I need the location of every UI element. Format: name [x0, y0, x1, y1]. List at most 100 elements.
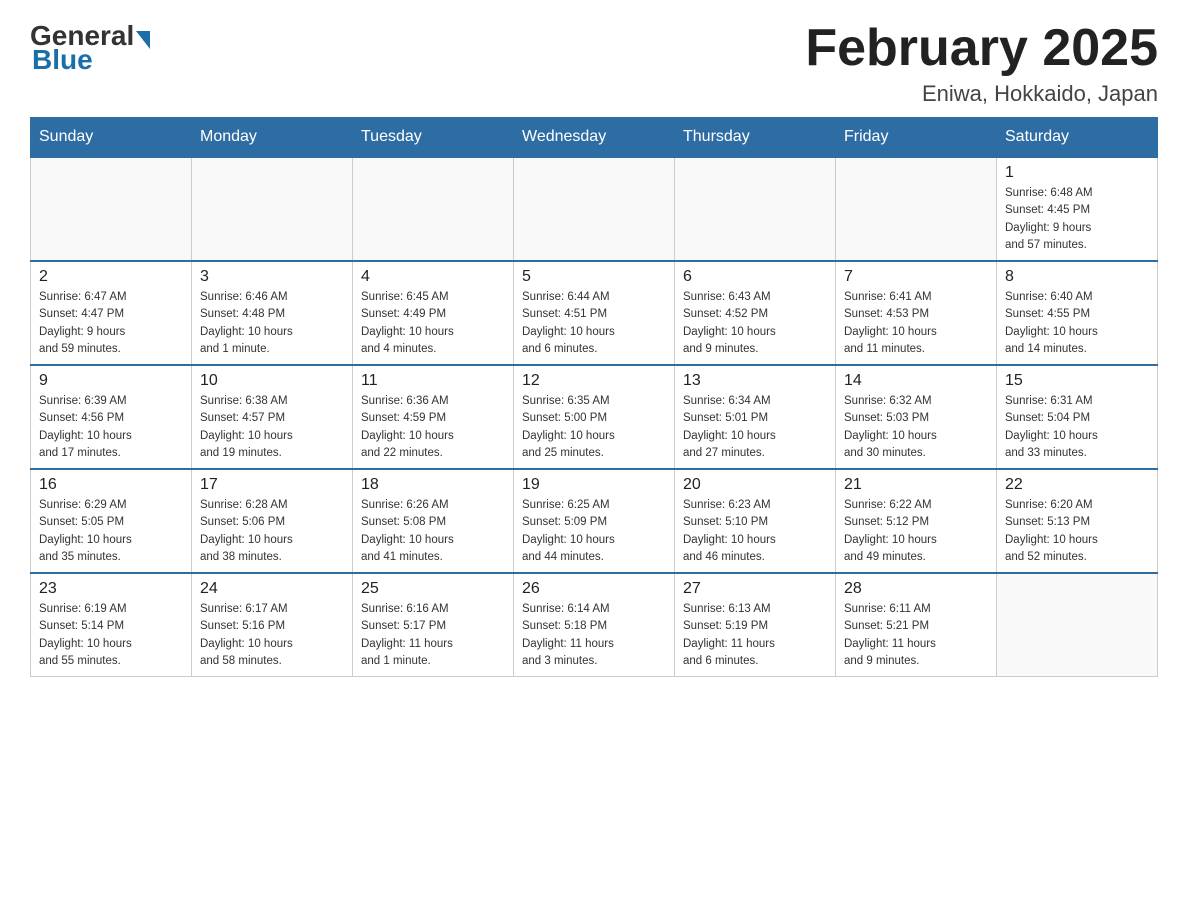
week-row-2: 2 Sunrise: 6:47 AMSunset: 4:47 PMDaylight… [31, 261, 1158, 365]
day-info: Sunrise: 6:28 AMSunset: 5:06 PMDaylight:… [200, 497, 344, 566]
day-cell [997, 573, 1158, 677]
day-info: Sunrise: 6:14 AMSunset: 5:18 PMDaylight:… [522, 601, 666, 670]
day-cell: 26 Sunrise: 6:14 AMSunset: 5:18 PMDayligh… [514, 573, 675, 677]
day-info: Sunrise: 6:31 AMSunset: 5:04 PMDaylight:… [1005, 393, 1149, 462]
day-info: Sunrise: 6:20 AMSunset: 5:13 PMDaylight:… [1005, 497, 1149, 566]
weekday-header-tuesday: Tuesday [353, 118, 514, 158]
day-info: Sunrise: 6:17 AMSunset: 5:16 PMDaylight:… [200, 601, 344, 670]
day-info: Sunrise: 6:47 AMSunset: 4:47 PMDaylight:… [39, 289, 183, 358]
day-number: 20 [683, 476, 827, 494]
day-number: 1 [1005, 164, 1149, 182]
day-number: 16 [39, 476, 183, 494]
day-info: Sunrise: 6:40 AMSunset: 4:55 PMDaylight:… [1005, 289, 1149, 358]
day-number: 8 [1005, 268, 1149, 286]
day-cell: 28 Sunrise: 6:11 AMSunset: 5:21 PMDayligh… [836, 573, 997, 677]
day-info: Sunrise: 6:35 AMSunset: 5:00 PMDaylight:… [522, 393, 666, 462]
weekday-header-monday: Monday [192, 118, 353, 158]
day-info: Sunrise: 6:44 AMSunset: 4:51 PMDaylight:… [522, 289, 666, 358]
day-info: Sunrise: 6:38 AMSunset: 4:57 PMDaylight:… [200, 393, 344, 462]
day-cell: 24 Sunrise: 6:17 AMSunset: 5:16 PMDayligh… [192, 573, 353, 677]
day-cell: 23 Sunrise: 6:19 AMSunset: 5:14 PMDayligh… [31, 573, 192, 677]
day-number: 28 [844, 580, 988, 598]
weekday-header-thursday: Thursday [675, 118, 836, 158]
week-row-3: 9Sunrise: 6:39 AMSunset: 4:56 PMDaylight… [31, 365, 1158, 469]
day-number: 23 [39, 580, 183, 598]
day-info: Sunrise: 6:48 AMSunset: 4:45 PMDaylight:… [1005, 185, 1149, 254]
day-number: 19 [522, 476, 666, 494]
day-cell: 25 Sunrise: 6:16 AMSunset: 5:17 PMDayligh… [353, 573, 514, 677]
day-cell: 18Sunrise: 6:26 AMSunset: 5:08 PMDayligh… [353, 469, 514, 573]
day-info: Sunrise: 6:25 AMSunset: 5:09 PMDaylight:… [522, 497, 666, 566]
day-cell: 12 Sunrise: 6:35 AMSunset: 5:00 PMDayligh… [514, 365, 675, 469]
day-number: 3 [200, 268, 344, 286]
day-cell: 15 Sunrise: 6:31 AMSunset: 5:04 PMDayligh… [997, 365, 1158, 469]
day-cell [675, 157, 836, 261]
day-info: Sunrise: 6:46 AMSunset: 4:48 PMDaylight:… [200, 289, 344, 358]
day-cell [353, 157, 514, 261]
day-cell: 2 Sunrise: 6:47 AMSunset: 4:47 PMDaylight… [31, 261, 192, 365]
day-number: 24 [200, 580, 344, 598]
day-info: Sunrise: 6:13 AMSunset: 5:19 PMDaylight:… [683, 601, 827, 670]
weekday-header-row: SundayMondayTuesdayWednesdayThursdayFrid… [31, 118, 1158, 158]
day-cell: 10 Sunrise: 6:38 AMSunset: 4:57 PMDayligh… [192, 365, 353, 469]
weekday-header-sunday: Sunday [31, 118, 192, 158]
calendar-table: SundayMondayTuesdayWednesdayThursdayFrid… [30, 117, 1158, 677]
day-info: Sunrise: 6:32 AMSunset: 5:03 PMDaylight:… [844, 393, 988, 462]
day-cell: 19 Sunrise: 6:25 AMSunset: 5:09 PMDayligh… [514, 469, 675, 573]
logo-blue-text: Blue [32, 44, 93, 75]
day-cell: 22 Sunrise: 6:20 AMSunset: 5:13 PMDayligh… [997, 469, 1158, 573]
day-number: 17 [200, 476, 344, 494]
day-info: Sunrise: 6:19 AMSunset: 5:14 PMDaylight:… [39, 601, 183, 670]
week-row-1: 1 Sunrise: 6:48 AMSunset: 4:45 PMDaylight… [31, 157, 1158, 261]
week-row-4: 16 Sunrise: 6:29 AMSunset: 5:05 PMDayligh… [31, 469, 1158, 573]
day-number: 26 [522, 580, 666, 598]
day-number: 14 [844, 372, 988, 390]
day-cell: 4Sunrise: 6:45 AMSunset: 4:49 PMDaylight… [353, 261, 514, 365]
day-cell: 16 Sunrise: 6:29 AMSunset: 5:05 PMDayligh… [31, 469, 192, 573]
day-cell: 3 Sunrise: 6:46 AMSunset: 4:48 PMDaylight… [192, 261, 353, 365]
day-info: Sunrise: 6:23 AMSunset: 5:10 PMDaylight:… [683, 497, 827, 566]
day-info: Sunrise: 6:11 AMSunset: 5:21 PMDaylight:… [844, 601, 988, 670]
day-number: 15 [1005, 372, 1149, 390]
day-number: 22 [1005, 476, 1149, 494]
day-cell: 27Sunrise: 6:13 AMSunset: 5:19 PMDayligh… [675, 573, 836, 677]
logo-arrow-icon [136, 31, 150, 49]
day-cell: 8 Sunrise: 6:40 AMSunset: 4:55 PMDaylight… [997, 261, 1158, 365]
day-info: Sunrise: 6:34 AMSunset: 5:01 PMDaylight:… [683, 393, 827, 462]
month-title: February 2025 [805, 20, 1158, 77]
day-number: 12 [522, 372, 666, 390]
week-row-5: 23 Sunrise: 6:19 AMSunset: 5:14 PMDayligh… [31, 573, 1158, 677]
day-number: 6 [683, 268, 827, 286]
location: Eniwa, Hokkaido, Japan [805, 81, 1158, 107]
day-info: Sunrise: 6:16 AMSunset: 5:17 PMDaylight:… [361, 601, 505, 670]
day-cell: 21 Sunrise: 6:22 AMSunset: 5:12 PMDayligh… [836, 469, 997, 573]
day-info: Sunrise: 6:36 AMSunset: 4:59 PMDaylight:… [361, 393, 505, 462]
day-number: 7 [844, 268, 988, 286]
day-cell: 9Sunrise: 6:39 AMSunset: 4:56 PMDaylight… [31, 365, 192, 469]
day-number: 25 [361, 580, 505, 598]
weekday-header-wednesday: Wednesday [514, 118, 675, 158]
day-cell [514, 157, 675, 261]
day-cell: 5 Sunrise: 6:44 AMSunset: 4:51 PMDaylight… [514, 261, 675, 365]
day-info: Sunrise: 6:29 AMSunset: 5:05 PMDaylight:… [39, 497, 183, 566]
day-cell: 13 Sunrise: 6:34 AMSunset: 5:01 PMDayligh… [675, 365, 836, 469]
title-section: February 2025 Eniwa, Hokkaido, Japan [805, 20, 1158, 107]
day-cell [31, 157, 192, 261]
day-number: 10 [200, 372, 344, 390]
day-info: Sunrise: 6:22 AMSunset: 5:12 PMDaylight:… [844, 497, 988, 566]
day-cell: 6 Sunrise: 6:43 AMSunset: 4:52 PMDaylight… [675, 261, 836, 365]
day-info: Sunrise: 6:39 AMSunset: 4:56 PMDaylight:… [39, 393, 183, 462]
day-number: 21 [844, 476, 988, 494]
day-info: Sunrise: 6:45 AMSunset: 4:49 PMDaylight:… [361, 289, 505, 358]
weekday-header-friday: Friday [836, 118, 997, 158]
weekday-header-saturday: Saturday [997, 118, 1158, 158]
day-cell: 14 Sunrise: 6:32 AMSunset: 5:03 PMDayligh… [836, 365, 997, 469]
day-number: 5 [522, 268, 666, 286]
day-number: 18 [361, 476, 505, 494]
day-cell [836, 157, 997, 261]
day-info: Sunrise: 6:43 AMSunset: 4:52 PMDaylight:… [683, 289, 827, 358]
page-header: General Blue February 2025 Eniwa, Hokkai… [30, 20, 1158, 107]
day-number: 2 [39, 268, 183, 286]
day-cell: 1 Sunrise: 6:48 AMSunset: 4:45 PMDaylight… [997, 157, 1158, 261]
day-number: 13 [683, 372, 827, 390]
